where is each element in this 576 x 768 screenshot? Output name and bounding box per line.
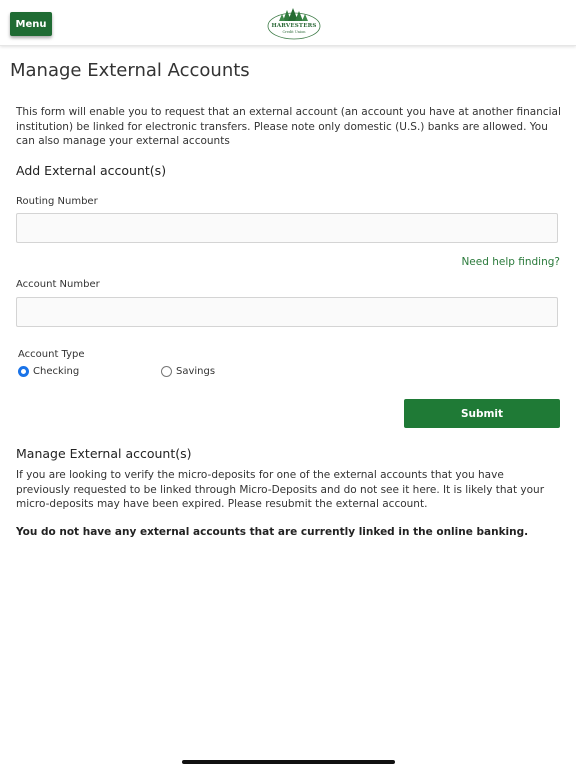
menu-button[interactable]: Menu [10, 12, 52, 36]
micro-deposit-info-text: If you are looking to verify the micro-d… [16, 469, 545, 510]
add-accounts-heading: Add External account(s) [16, 163, 167, 178]
account-number-input[interactable] [16, 297, 558, 327]
radio-savings[interactable]: Savings [161, 366, 215, 377]
page-title: Manage External Accounts [10, 60, 250, 81]
no-accounts-message: You do not have any external accounts th… [16, 526, 529, 538]
account-number-label: Account Number [16, 279, 100, 290]
radio-checking-indicator[interactable] [18, 366, 29, 377]
harvesters-logo[interactable]: HARVESTERS Credit Union [267, 7, 321, 40]
logo-tagline: Credit Union [282, 30, 306, 34]
radio-savings-indicator[interactable] [161, 366, 172, 377]
app-header: Menu HARVESTERS Credit Union [0, 0, 576, 46]
radio-checking[interactable]: Checking [18, 366, 79, 377]
radio-savings-label: Savings [176, 366, 216, 377]
routing-number-label: Routing Number [16, 196, 98, 207]
routing-number-input[interactable] [16, 213, 558, 243]
need-help-link[interactable]: Need help finding? [461, 256, 560, 268]
submit-button[interactable]: Submit [404, 399, 560, 428]
home-indicator[interactable] [182, 760, 395, 764]
radio-checking-label: Checking [33, 366, 80, 377]
intro-text: This form will enable you to request tha… [16, 106, 561, 147]
logo-name: HARVESTERS [271, 23, 317, 29]
manage-accounts-heading: Manage External account(s) [16, 446, 192, 461]
account-type-label: Account Type [18, 349, 85, 360]
